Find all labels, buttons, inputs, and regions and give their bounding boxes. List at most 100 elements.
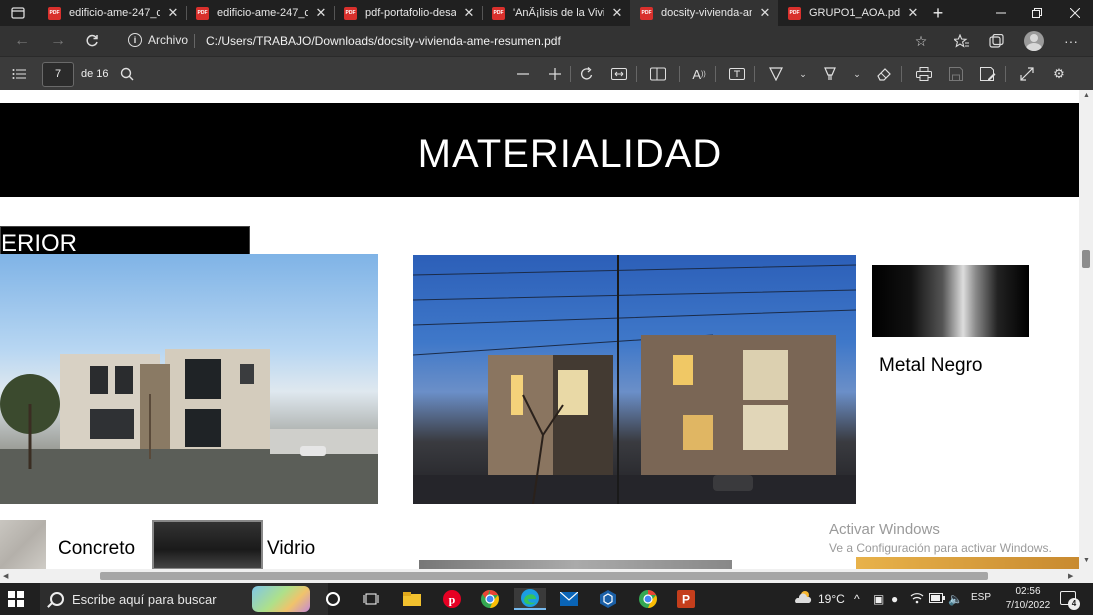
- search-highlight-image: [252, 586, 310, 612]
- address-bar: ← → i Archivo C:/Users/TRABAJO/Downloads…: [0, 26, 1093, 56]
- site-info-label: Archivo: [148, 33, 189, 47]
- powerpoint-icon[interactable]: P: [674, 588, 698, 610]
- vertical-scrollbar[interactable]: ▲ ▼: [1079, 90, 1093, 569]
- pdf-file-icon: PDF: [48, 6, 61, 20]
- edge-icon[interactable]: [514, 588, 546, 610]
- info-icon: i: [128, 33, 142, 47]
- favorites-icon[interactable]: [951, 31, 973, 51]
- page-number-input[interactable]: 7: [42, 62, 74, 87]
- pdf-file-icon: PDF: [196, 6, 209, 20]
- page-view-icon[interactable]: [647, 64, 669, 84]
- more-options-icon[interactable]: ···: [1060, 31, 1082, 51]
- close-tab-icon[interactable]: ✕: [906, 5, 920, 20]
- windows-taskbar: Escribe aquí para buscar p P 19°C ^ ▣ ● …: [0, 583, 1093, 615]
- page-total: de 16: [81, 68, 109, 80]
- chrome-icon[interactable]: [478, 588, 502, 610]
- clock-time: 02:56: [1015, 586, 1041, 597]
- taskbar-search-placeholder: Escribe aquí para buscar: [72, 591, 217, 607]
- back-arrow-icon[interactable]: ←: [8, 30, 36, 52]
- chrome-profile-icon[interactable]: [636, 588, 660, 610]
- network-status-icon[interactable]: ●: [891, 592, 898, 606]
- minimize-icon[interactable]: [983, 0, 1019, 26]
- close-tab-icon[interactable]: ✕: [166, 5, 180, 20]
- text-box-icon[interactable]: [726, 64, 748, 84]
- close-tab-icon[interactable]: ✕: [462, 5, 476, 20]
- fullscreen-icon[interactable]: [1016, 64, 1038, 84]
- highlight-icon[interactable]: [819, 64, 841, 84]
- weather-icon[interactable]: [793, 589, 813, 608]
- material-swatch: [419, 560, 732, 569]
- black-metal-swatch: [872, 265, 1029, 337]
- rotate-icon[interactable]: [576, 64, 598, 84]
- activation-watermark-text: Ve a Configuración para activar Windows.: [829, 541, 1052, 555]
- close-tab-icon[interactable]: ✕: [610, 5, 624, 20]
- profile-avatar[interactable]: [1024, 31, 1044, 51]
- tab-3[interactable]: PDF pdf-portafolio-desarro ✕: [334, 0, 482, 26]
- chevron-down-icon[interactable]: ⌄: [792, 64, 814, 84]
- pdf-document-view[interactable]: MATERIALIDAD ERIOR Metal Negro Concreto …: [0, 90, 1093, 569]
- concrete-swatch: [0, 520, 46, 569]
- windows-start-icon[interactable]: [8, 591, 24, 607]
- weather-temperature[interactable]: 19°C: [818, 592, 845, 606]
- volume-icon[interactable]: 🔈: [948, 592, 963, 606]
- draw-icon[interactable]: [765, 64, 787, 84]
- chevron-up-icon[interactable]: ^: [854, 592, 860, 606]
- tab-1[interactable]: PDF edificio-ame-247_com ✕: [38, 0, 186, 26]
- read-aloud-icon[interactable]: A)): [688, 64, 710, 84]
- pdf-file-icon: PDF: [492, 6, 505, 20]
- sketchup-icon[interactable]: [596, 588, 620, 610]
- cortana-icon[interactable]: [321, 588, 345, 610]
- notification-count-badge: 4: [1068, 598, 1080, 610]
- contents-list-icon[interactable]: [8, 64, 30, 84]
- svg-text:P: P: [682, 593, 690, 607]
- new-tab-button[interactable]: +: [926, 0, 950, 26]
- caption-concrete: Concreto: [58, 538, 136, 559]
- wifi-icon[interactable]: [910, 592, 924, 607]
- tab-6[interactable]: PDF GRUPO1_AOA.pdf ✕: [778, 0, 926, 26]
- tab-4[interactable]: PDF 'AnÃ¡lisis de la Viviend ✕: [482, 0, 630, 26]
- pdf-file-icon: PDF: [640, 6, 653, 20]
- forward-arrow-icon[interactable]: →: [44, 30, 72, 52]
- save-as-icon[interactable]: [977, 64, 999, 84]
- url-field[interactable]: C:/Users/TRABAJO/Downloads/docsity-vivie…: [206, 34, 561, 48]
- mail-icon[interactable]: [557, 588, 581, 610]
- tab-2[interactable]: PDF edificio-ame-247_com ✕: [186, 0, 334, 26]
- meet-now-icon[interactable]: ▣: [873, 592, 884, 606]
- collections-icon[interactable]: [986, 31, 1008, 51]
- close-tab-icon[interactable]: ✕: [758, 5, 772, 20]
- horizontal-scroll-thumb[interactable]: [100, 572, 988, 580]
- task-view-icon[interactable]: [359, 588, 383, 610]
- print-icon[interactable]: [913, 64, 935, 84]
- restore-icon[interactable]: [1019, 0, 1055, 26]
- zoom-in-icon[interactable]: [544, 64, 566, 84]
- pinterest-icon[interactable]: p: [440, 588, 464, 610]
- settings-gear-icon[interactable]: ⚙: [1048, 64, 1070, 84]
- tab-title: pdf-portafolio-desarro: [365, 7, 456, 19]
- chevron-down-icon[interactable]: ⌄: [846, 64, 868, 84]
- horizontal-scrollbar[interactable]: ◀ ▶: [0, 569, 1079, 583]
- site-info-button[interactable]: i Archivo: [128, 33, 188, 47]
- file-explorer-icon[interactable]: [400, 588, 424, 610]
- close-tab-icon[interactable]: ✕: [314, 5, 328, 20]
- caption-metal: Metal Negro: [879, 355, 983, 376]
- language-indicator[interactable]: ESP: [971, 592, 991, 603]
- refresh-icon[interactable]: [78, 30, 106, 52]
- title-band: MATERIALIDAD: [0, 103, 1079, 197]
- tab-title: docsity-vivienda-ame-: [661, 7, 752, 19]
- tab-title: GRUPO1_AOA.pdf: [809, 7, 900, 19]
- save-icon[interactable]: [945, 64, 967, 84]
- tab-actions-icon[interactable]: [0, 0, 36, 26]
- glass-swatch: [152, 520, 263, 569]
- search-icon[interactable]: [116, 64, 138, 84]
- tab-title: 'AnÃ¡lisis de la Viviend: [513, 7, 604, 19]
- add-favorite-icon[interactable]: ☆: [910, 31, 932, 51]
- search-icon: [50, 592, 64, 606]
- tab-5-active[interactable]: PDF docsity-vivienda-ame- ✕: [630, 0, 778, 26]
- battery-icon[interactable]: [929, 592, 945, 606]
- vertical-scroll-thumb[interactable]: [1082, 250, 1090, 268]
- eraser-icon[interactable]: [873, 64, 895, 84]
- fit-page-icon[interactable]: [608, 64, 630, 84]
- zoom-out-icon[interactable]: [512, 64, 534, 84]
- close-window-icon[interactable]: [1057, 0, 1093, 26]
- clock[interactable]: 02:56 7/10/2022: [1000, 585, 1056, 613]
